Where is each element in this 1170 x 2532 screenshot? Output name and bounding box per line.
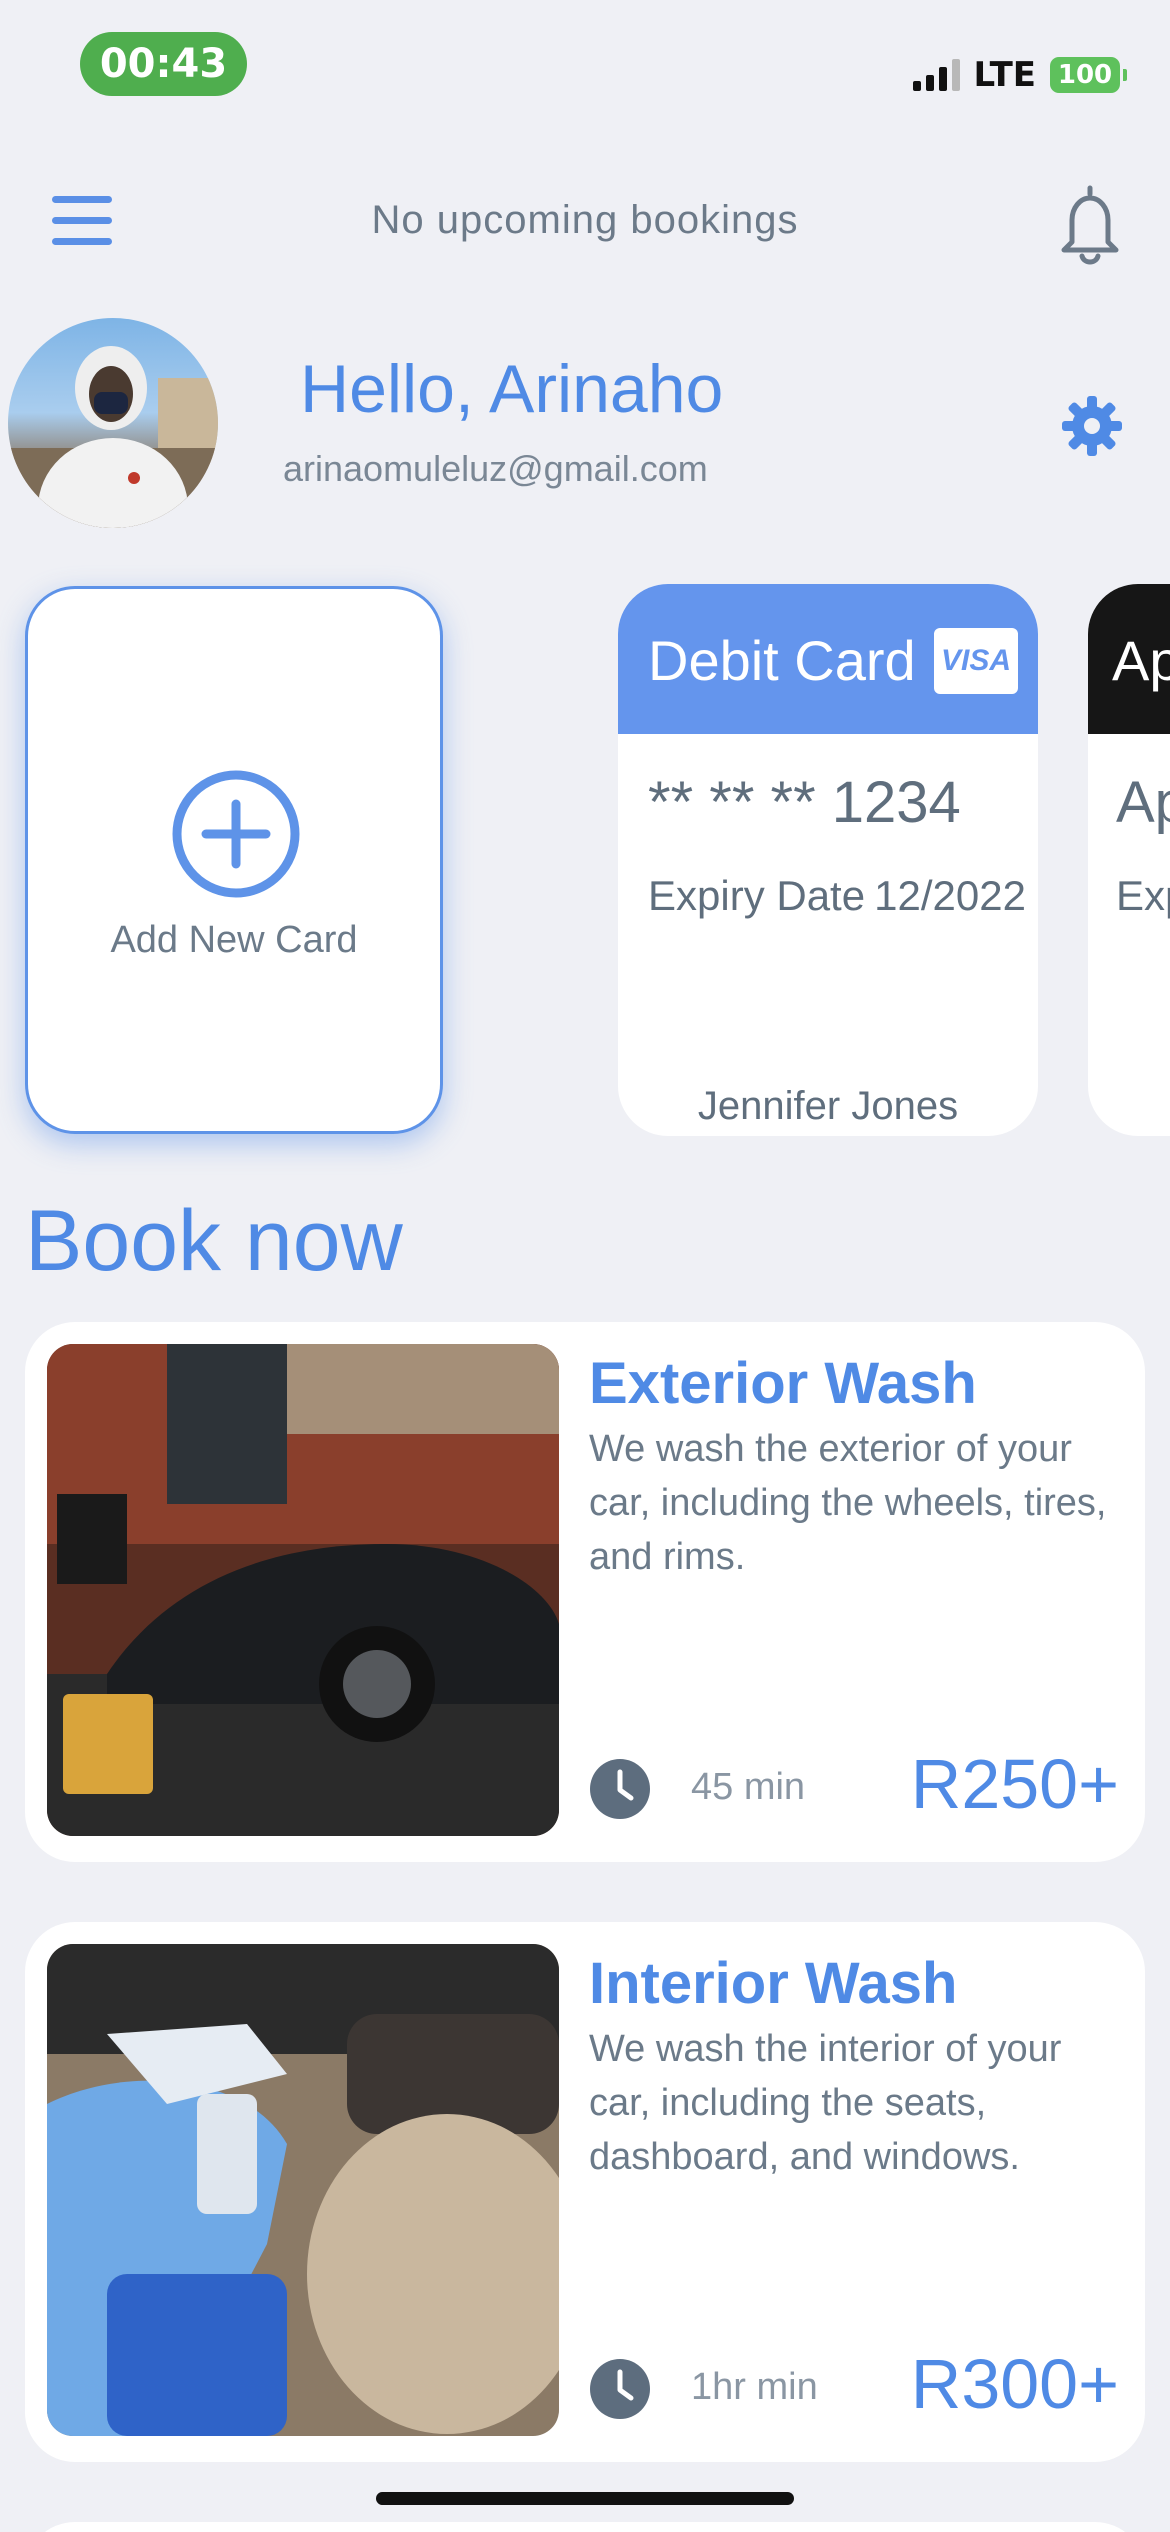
debit-card-title: Debit Card [648, 629, 916, 692]
exterior-wash-image [47, 1344, 559, 1836]
service-price: R300+ [910, 2345, 1119, 2423]
home-indicator[interactable] [376, 2492, 794, 2505]
user-greeting: Hello, Arinaho [300, 351, 724, 427]
service-name: Interior Wash [589, 1951, 958, 2016]
expiry-label: Expiry Date [648, 872, 866, 919]
partial-card[interactable]: Ap Ap Exp [1088, 584, 1170, 1136]
service-description: We wash the exterior of your car, includ… [589, 1428, 1107, 1578]
network-label: LTE [973, 55, 1036, 95]
card-holder: Jennifer Jones [697, 1084, 959, 1128]
battery-level: 100 [1057, 60, 1113, 90]
service-price: R250+ [910, 1745, 1119, 1823]
service-duration: 45 min [691, 1766, 806, 1808]
bookings-status: No upcoming bookings [371, 198, 799, 242]
debit-card[interactable]: Debit Card VISA ** ** ** 1234 Expiry Dat… [618, 584, 1038, 1136]
add-card-button[interactable]: Add New Card [25, 586, 443, 1134]
battery-icon: 100 [1050, 57, 1127, 93]
add-card-label: Add New Card [110, 919, 358, 961]
service-name: Exterior Wash [589, 1351, 977, 1416]
menu-icon[interactable] [52, 196, 112, 250]
bell-icon[interactable] [1050, 180, 1130, 270]
expiry-value: 12/2022 [874, 872, 1026, 919]
section-title: Book now [25, 1193, 403, 1289]
avatar[interactable] [8, 318, 218, 528]
status-indicators: LTE 100 [912, 50, 1127, 100]
service-card-exterior[interactable]: Exterior Wash We wash the exterior of yo… [25, 1322, 1145, 1862]
signal-icon [912, 59, 960, 91]
home-screen: 00:43 LTE 100 No upcoming bookings Hello… [0, 0, 1170, 2532]
visa-logo: VISA [934, 628, 1018, 694]
gear-icon[interactable] [1060, 394, 1124, 458]
next-service-card[interactable] [25, 2522, 1145, 2532]
interior-wash-image [47, 1944, 559, 2436]
clock-icon [590, 2359, 650, 2419]
service-duration: 1hr min [691, 2366, 818, 2408]
user-email: arinaomuleluz@gmail.com [283, 448, 708, 489]
partial-card-header: Ap [1088, 584, 1170, 734]
partial-card-line1: Ap [1116, 770, 1170, 835]
service-description: We wash the interior of your car, includ… [589, 2028, 1062, 2178]
partial-card-line2: Exp [1116, 872, 1170, 919]
partial-card-title: Ap [1112, 629, 1170, 692]
debit-card-header: Debit Card VISA [618, 584, 1038, 734]
plus-circle-icon [172, 770, 300, 898]
status-time: 00:43 [80, 32, 247, 96]
clock-icon [590, 1759, 650, 1819]
service-card-interior[interactable]: Interior Wash We wash the interior of yo… [25, 1922, 1145, 2462]
card-number: ** ** ** 1234 [648, 770, 961, 835]
